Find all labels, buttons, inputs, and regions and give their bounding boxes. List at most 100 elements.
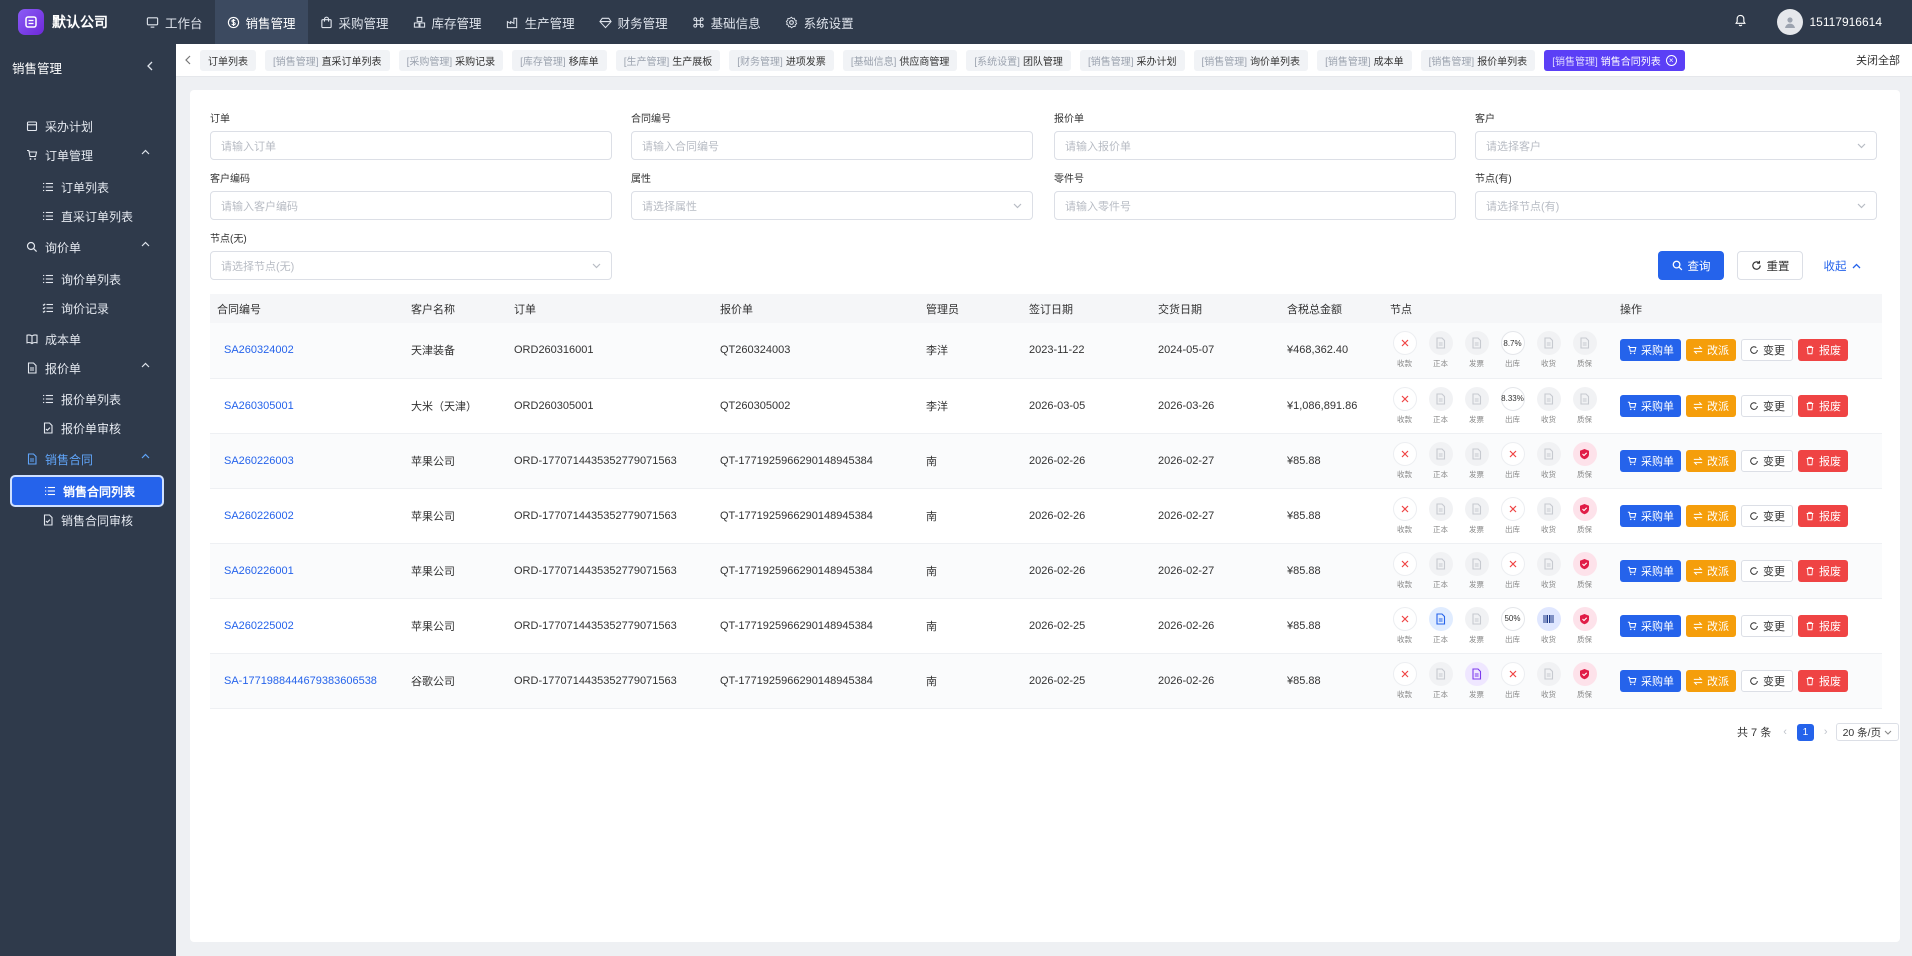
node-coin[interactable]: 收款	[1390, 386, 1419, 425]
reset-button[interactable]: 重置	[1737, 251, 1803, 280]
row-action-button[interactable]: 变更	[1741, 504, 1793, 527]
node-coin[interactable]: 收款	[1390, 331, 1419, 369]
sidebar-item-5[interactable]: 询价单列表	[10, 263, 164, 295]
filter-input[interactable]: 请输入报价单	[1054, 131, 1456, 160]
sidebar-item-13[interactable]: 销售合同审核	[10, 504, 164, 536]
node-doc[interactable]: 正本	[1426, 496, 1455, 535]
node-box[interactable]: 8.7% 出库	[1498, 331, 1527, 369]
node-shield[interactable]: 质保	[1570, 661, 1599, 700]
topnav-item-7[interactable]: 系统设置	[773, 0, 866, 44]
close-all-tabs-button[interactable]: 关闭全部	[1856, 52, 1900, 68]
row-action-button[interactable]: 采购单	[1620, 339, 1681, 362]
row-action-button[interactable]: 采购单	[1620, 614, 1681, 637]
node-doc[interactable]: 正本	[1426, 606, 1455, 645]
row-action-button[interactable]: 采购单	[1620, 394, 1681, 417]
cell-contract[interactable]: SA260225002	[210, 598, 404, 654]
row-action-button[interactable]: 报废	[1798, 449, 1848, 472]
collapse-filters-button[interactable]: 收起	[1820, 251, 1864, 280]
sidebar-item-10[interactable]: 报价单审核	[10, 412, 164, 444]
node-shield[interactable]: 质保	[1570, 386, 1599, 425]
node-invoice[interactable]: 发票	[1462, 386, 1491, 425]
tab-4[interactable]: [生产管理] 生产展板	[615, 49, 721, 71]
filter-input[interactable]: 请输入客户编码	[210, 191, 612, 220]
node-shield[interactable]: 质保	[1570, 441, 1599, 480]
topnav-item-5[interactable]: 财务管理	[587, 0, 680, 44]
topnav-item-3[interactable]: 库存管理	[401, 0, 494, 44]
node-box[interactable]: 50% 出库	[1498, 606, 1527, 645]
filter-input[interactable]: 请输入合同编号	[631, 131, 1033, 160]
sidebar-item-0[interactable]: 采办计划	[10, 110, 164, 142]
filter-select[interactable]: 请选择客户	[1475, 131, 1877, 160]
sidebar-item-12[interactable]: 销售合同列表	[10, 475, 164, 507]
cell-contract[interactable]: SA260305001	[210, 378, 404, 434]
sidebar-item-3[interactable]: 直采订单列表	[10, 200, 164, 232]
sidebar-item-8[interactable]: 报价单	[10, 352, 164, 384]
row-action-button[interactable]: 改派	[1686, 449, 1736, 472]
cell-contract[interactable]: SA260226003	[210, 433, 404, 489]
row-action-button[interactable]: 报废	[1798, 394, 1848, 417]
filter-input[interactable]: 请输入零件号	[1054, 191, 1456, 220]
node-box[interactable]: 出库	[1498, 441, 1527, 480]
tab-3[interactable]: [库存管理] 移库单	[512, 49, 607, 71]
sidebar-item-1[interactable]: 订单管理	[10, 139, 164, 171]
filter-select[interactable]: 请选择节点(无)	[210, 251, 612, 280]
row-action-button[interactable]: 报废	[1798, 614, 1848, 637]
row-action-button[interactable]: 改派	[1686, 394, 1736, 417]
node-box[interactable]: 出库	[1498, 661, 1527, 700]
sidebar-item-2[interactable]: 订单列表	[10, 171, 164, 203]
close-tab-icon[interactable]: ×	[1665, 54, 1677, 66]
sidebar-item-6[interactable]: 询价记录	[10, 292, 164, 324]
row-action-button[interactable]: 变更	[1741, 559, 1793, 582]
page-size-select[interactable]: 20 条/页	[1835, 723, 1899, 741]
cell-contract[interactable]: SA260226002	[210, 488, 404, 544]
topnav-item-6[interactable]: 基础信息	[680, 0, 773, 44]
tab-1[interactable]: [销售管理] 直采订单列表	[265, 49, 390, 71]
node-box[interactable]: 出库	[1498, 496, 1527, 535]
node-coin[interactable]: 收款	[1390, 551, 1419, 590]
node-invoice[interactable]: 发票	[1462, 661, 1491, 700]
node-truck[interactable]: 收货	[1534, 606, 1563, 645]
node-box[interactable]: 8.33% 出库	[1498, 386, 1527, 425]
tab-9[interactable]: [销售管理] 询价单列表	[1193, 49, 1309, 71]
node-truck[interactable]: 收货	[1534, 386, 1563, 425]
node-coin[interactable]: 收款	[1390, 661, 1419, 700]
node-truck[interactable]: 收货	[1534, 496, 1563, 535]
tab-5[interactable]: [财务管理] 进项发票	[729, 49, 834, 71]
row-action-button[interactable]: 变更	[1741, 449, 1793, 472]
filter-select[interactable]: 请选择节点(有)	[1475, 191, 1877, 220]
tab-11[interactable]: [销售管理] 报价单列表	[1420, 49, 1536, 71]
tab-10[interactable]: [销售管理] 成本单	[1317, 49, 1412, 71]
node-shield[interactable]: 质保	[1570, 331, 1599, 369]
sidebar-item-7[interactable]: 成本单	[10, 323, 164, 355]
tab-0[interactable]: 订单列表	[200, 49, 256, 71]
node-invoice[interactable]: 发票	[1462, 331, 1491, 369]
node-doc[interactable]: 正本	[1426, 661, 1455, 700]
row-action-button[interactable]: 变更	[1741, 339, 1793, 362]
topnav-item-0[interactable]: 工作台	[134, 0, 215, 44]
node-invoice[interactable]: 发票	[1462, 551, 1491, 590]
node-coin[interactable]: 收款	[1390, 606, 1419, 645]
tab-scroll-left-icon[interactable]	[176, 55, 200, 65]
row-action-button[interactable]: 变更	[1741, 394, 1793, 417]
node-shield[interactable]: 质保	[1570, 496, 1599, 535]
row-action-button[interactable]: 改派	[1686, 339, 1736, 362]
user-phone[interactable]: 15117916614	[1809, 15, 1882, 29]
sidebar-item-4[interactable]: 询价单	[10, 231, 164, 263]
node-truck[interactable]: 收货	[1534, 661, 1563, 700]
tab-8[interactable]: [销售管理] 采办计划	[1079, 49, 1185, 71]
node-shield[interactable]: 质保	[1570, 606, 1599, 645]
filter-input[interactable]: 请输入订单	[210, 131, 612, 160]
row-action-button[interactable]: 改派	[1686, 669, 1736, 692]
tab-7[interactable]: [系统设置] 团队管理	[966, 49, 1071, 71]
node-coin[interactable]: 收款	[1390, 441, 1419, 480]
bell-icon[interactable]	[1734, 14, 1747, 30]
node-truck[interactable]: 收货	[1534, 331, 1563, 369]
row-action-button[interactable]: 改派	[1686, 504, 1736, 527]
logo[interactable]: 默认公司	[0, 0, 134, 44]
row-action-button[interactable]: 改派	[1686, 559, 1736, 582]
node-box[interactable]: 出库	[1498, 551, 1527, 590]
row-action-button[interactable]: 采购单	[1620, 669, 1681, 692]
row-action-button[interactable]: 改派	[1686, 614, 1736, 637]
topnav-item-1[interactable]: 销售管理	[214, 0, 308, 44]
prev-page-icon[interactable]: ‹	[1783, 726, 1787, 738]
